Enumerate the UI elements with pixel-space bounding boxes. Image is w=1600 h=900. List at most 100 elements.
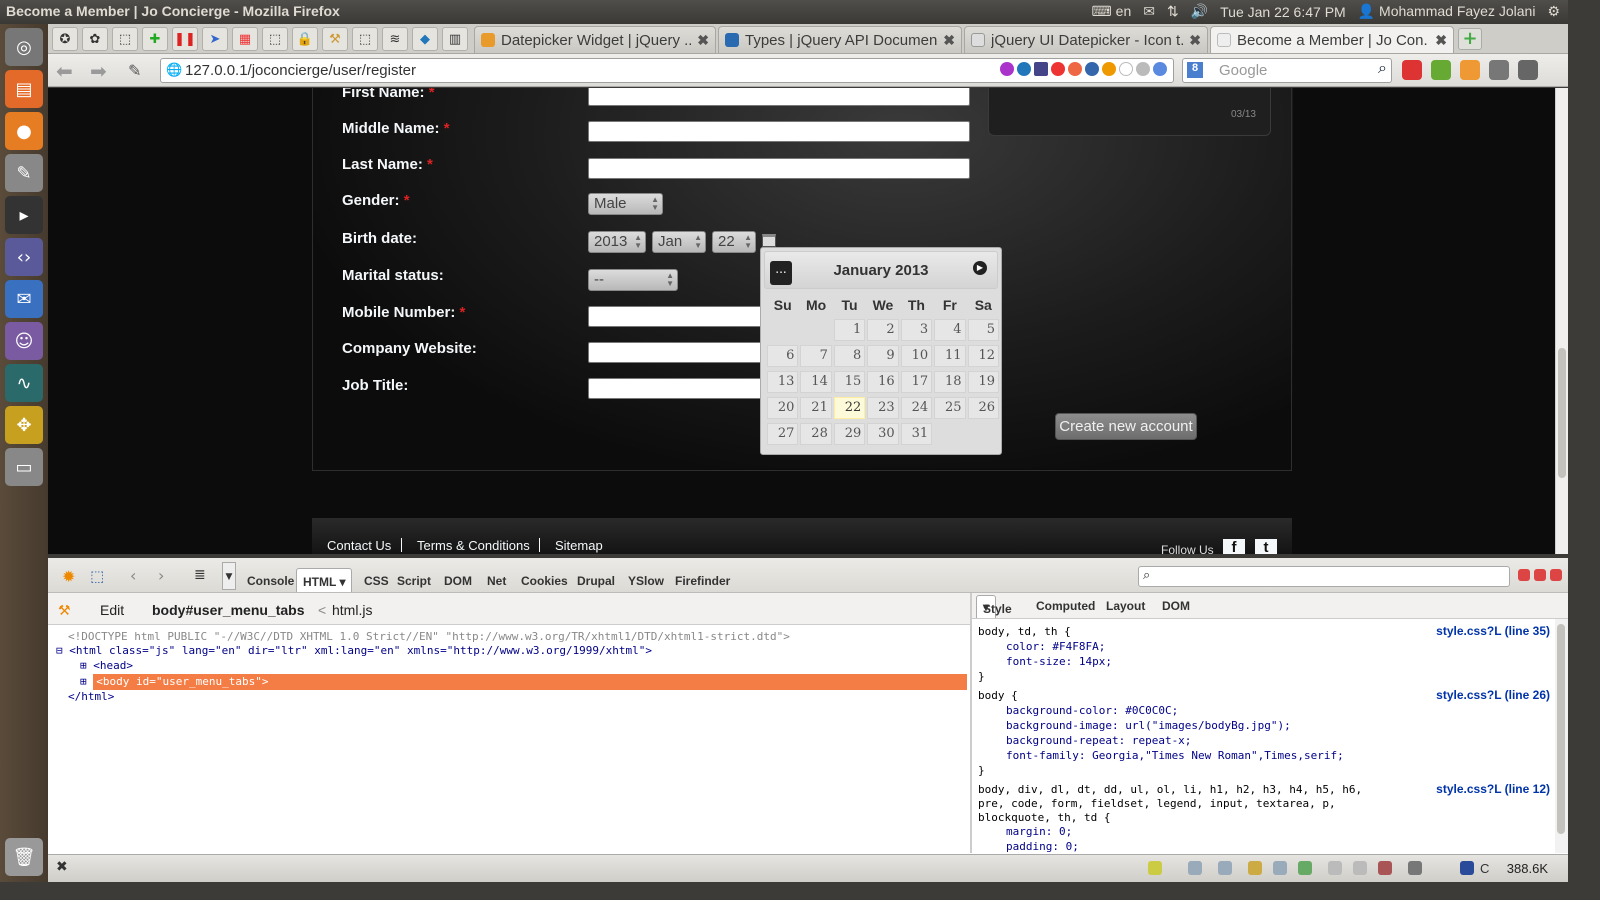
app-tab-icon[interactable]: ⬚ [112,27,138,51]
app-tab-icon[interactable]: ✚ [142,27,168,51]
middle-name-field[interactable] [588,121,970,142]
calendar-date[interactable]: 8 [833,345,866,367]
facebook-icon[interactable]: f [1223,539,1245,554]
calendar-date[interactable]: 6 [767,345,799,367]
minimize-icon[interactable] [1518,569,1530,581]
addon-icon[interactable] [1000,62,1014,76]
calendar-date[interactable]: 24 [900,397,933,419]
calendar-date[interactable]: 27 [767,423,799,445]
birth-month-select[interactable]: Jan ▲ ▼ [652,231,706,253]
calendar-date[interactable]: 4 [934,319,966,341]
style-scrollbar[interactable] [1555,619,1568,853]
calendar-date[interactable]: 15 [833,371,866,393]
search-box[interactable]: 8 Google ⌕ [1182,58,1392,83]
html-close-node[interactable]: </html> [68,690,114,703]
tab-cookies[interactable]: Cookies [521,574,568,588]
tab-style[interactable]: Style ▾ [976,595,1012,618]
rule-property[interactable]: background-repeat: repeat-x; [1006,734,1191,747]
window-app-icon[interactable]: ▭ [5,448,43,486]
calendar-date[interactable]: 19 [967,371,999,393]
tab-net[interactable]: Net [487,574,506,588]
pocket-icon[interactable] [1136,62,1150,76]
text-editor-icon[interactable]: ✎ [5,154,43,192]
app-tab-icon[interactable]: ≋ [382,27,408,51]
menu-icon[interactable]: ≣ [194,567,206,583]
app-tab-icon[interactable]: ✿ [82,27,108,51]
search-icon[interactable]: ⌕ [1378,60,1387,78]
network-icon[interactable]: ⇅ [1167,3,1179,20]
gear-icon[interactable]: ⚙ [1547,3,1560,20]
calendar-date[interactable]: 14 [800,371,832,393]
addon-icon[interactable] [1085,62,1099,76]
app-tab-icon[interactable]: ▦ [232,27,258,51]
expand-icon[interactable]: ⊞ [80,675,87,688]
calendar-date[interactable]: 21 [800,397,832,419]
addon-icon[interactable] [1017,62,1031,76]
panel-splitter[interactable] [970,593,972,853]
detach-icon[interactable] [1534,569,1546,581]
yslow-icon[interactable] [1460,861,1474,875]
workspace-switcher-icon[interactable]: ✥ [5,406,43,444]
addon-icon[interactable] [1273,861,1287,875]
create-account-button[interactable]: Create new account [1055,413,1197,440]
firebug-status-icon[interactable] [1148,861,1162,875]
addon-icon[interactable] [1068,62,1082,76]
tab-dom-side[interactable]: DOM [1162,599,1190,613]
first-name-field[interactable] [588,88,970,106]
close-icon[interactable]: ✖ [56,859,68,875]
calendar-date[interactable]: 20 [767,397,799,419]
address-bar[interactable]: 🌐 127.0.0.1/joconcierge/user/register [160,58,1174,83]
terms-link[interactable]: Terms & Conditions [417,538,530,553]
pidgin-icon[interactable]: ☺ [5,322,43,360]
job-title-field[interactable] [588,378,763,399]
tab-css[interactable]: CSS [364,574,389,588]
addon-icon[interactable] [1408,861,1422,875]
dropdown-icon[interactable]: ▼ [222,562,236,590]
birth-day-select[interactable]: 22 ▲ ▼ [712,231,756,253]
last-name-field[interactable] [588,158,970,179]
google-icon[interactable]: 8 [1187,62,1203,78]
breadcrumb-body[interactable]: body#user_menu_tabs [152,602,305,618]
rule-source-link[interactable]: style.css?L (line 26) [1436,688,1550,702]
rule-property[interactable]: padding: 0; [1006,840,1079,853]
tools-icon[interactable] [1489,60,1509,80]
star-icon[interactable] [1119,62,1133,76]
tab-firefinder[interactable]: Firefinder [675,574,730,588]
calendar-date[interactable]: 2 [867,319,899,341]
back-icon[interactable]: ‹ [130,566,136,585]
rule-property[interactable]: margin: 0; [1006,825,1072,838]
edit-button[interactable]: Edit [100,602,124,618]
app-tab-icon[interactable]: ⚒ [322,27,348,51]
calendar-date[interactable]: 30 [867,423,899,445]
calendar-date[interactable]: 3 [900,319,933,341]
files-icon[interactable]: ▤ [5,70,43,108]
firebug-icon[interactable]: ✹ [62,567,75,586]
addon-icon[interactable] [1102,62,1116,76]
app-tab-icon[interactable]: ❚❚ [172,27,198,51]
today-date[interactable]: 22 [833,397,866,419]
app-tab-icon[interactable]: ⬚ [262,27,288,51]
calendar-date[interactable]: 23 [867,397,899,419]
edit-icon[interactable]: ⚒ [58,602,71,619]
rule-property[interactable]: color: #F4F8FA; [1006,640,1105,653]
app-tab-icon[interactable]: ⬚ [352,27,378,51]
gender-select[interactable]: Male ▲ ▼ [588,193,663,215]
close-icon[interactable] [1550,569,1562,581]
keyboard-icon[interactable]: ⌨ en [1092,3,1132,20]
rule-property[interactable]: background-image: url("images/bodyBg.jpg… [1006,719,1291,732]
mobile-number-field[interactable] [588,306,763,327]
new-tab-button[interactable]: + [1458,28,1482,50]
addon-icon[interactable] [1248,861,1262,875]
calendar-date[interactable]: 5 [967,319,999,341]
addon-icon[interactable] [1051,62,1065,76]
scrollbar-thumb[interactable] [1557,624,1565,834]
tab-dom[interactable]: DOM [444,574,472,588]
user-name[interactable]: Mohammad Fayez Jolani [1379,3,1535,19]
rule-property[interactable]: background-color: #0C0C0C; [1006,704,1178,717]
firebug-search-input[interactable]: ⌕ [1138,566,1510,587]
trash-icon[interactable]: 🗑 [5,838,43,876]
mail-icon[interactable]: ✉ [1143,3,1155,20]
calendar-date[interactable]: 25 [934,397,966,419]
addon-icon[interactable] [1328,861,1342,875]
tab-html[interactable]: HTML ▾ [296,568,353,592]
